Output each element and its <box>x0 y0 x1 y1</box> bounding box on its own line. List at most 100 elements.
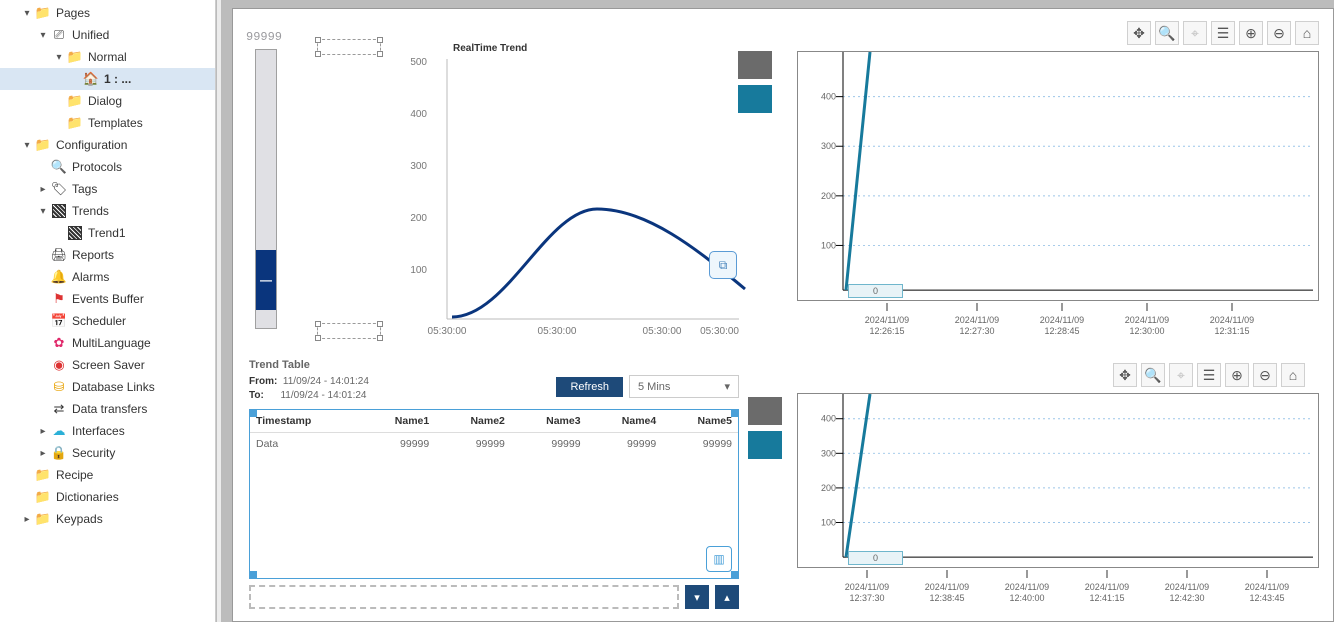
tree-screen-saver[interactable]: ◉ Screen Saver <box>0 354 215 376</box>
svg-text:2024/11/0912:31:15: 2024/11/0912:31:15 <box>1210 315 1254 336</box>
svg-text:2024/11/0912:37:30: 2024/11/0912:37:30 <box>845 582 889 603</box>
interfaces-icon: ☁ <box>50 423 68 439</box>
chevron-right-icon[interactable]: ▸ <box>36 184 50 195</box>
bargraph-widget[interactable]: — <box>255 49 277 329</box>
legend-icon[interactable]: ☰ <box>1211 21 1235 45</box>
move-icon[interactable]: ✥ <box>1127 21 1151 45</box>
tree-multilanguage[interactable]: ✿ MultiLanguage <box>0 332 215 354</box>
zoom-out-icon[interactable]: ⊖ <box>1267 21 1291 45</box>
realtime-trend-widget[interactable]: RealTime Trend 500 400 300 200 100 05:30… <box>317 39 747 344</box>
trend-table-widget[interactable]: Trend Table From: 11/09/24 - 14:01:24 To… <box>249 359 739 609</box>
home-icon[interactable]: ⌂ <box>1281 363 1305 387</box>
move-icon[interactable]: ✥ <box>1113 363 1137 387</box>
tree-label: Screen Saver <box>72 358 145 372</box>
protocols-icon: 🔍 <box>50 159 68 175</box>
tree-security[interactable]: ▸ 🔒 Security <box>0 442 215 464</box>
tree-keypads[interactable]: ▸ 📁 Keypads <box>0 508 215 530</box>
copy-icon[interactable]: ⧉ <box>709 251 737 279</box>
svg-text:2024/11/0912:43:45: 2024/11/0912:43:45 <box>1245 582 1289 603</box>
bell-icon: 🔔 <box>50 269 68 285</box>
legend-icon[interactable]: ☰ <box>1197 363 1221 387</box>
printer-icon: 🖨 <box>50 247 68 263</box>
tree-templates[interactable]: 📁 Templates <box>0 112 215 134</box>
folder-icon: 📁 <box>34 5 52 21</box>
tree-dialog[interactable]: 📁 Dialog <box>0 90 215 112</box>
placeholder-box[interactable] <box>249 585 679 609</box>
chevron-down-icon[interactable]: ▾ <box>52 52 66 63</box>
svg-text:300: 300 <box>821 448 836 458</box>
chevron-down-icon[interactable]: ▾ <box>36 206 50 217</box>
home-icon[interactable]: ⌂ <box>1295 21 1319 45</box>
scroll-up-button[interactable]: ▴ <box>715 585 739 609</box>
numeric-label-widget[interactable]: 99999 <box>245 29 283 45</box>
folder-icon: 📁 <box>34 511 52 527</box>
table-row[interactable]: Data 99999 99999 99999 99999 99999 <box>250 433 738 456</box>
tree-pages[interactable]: ▾ 📁 Pages <box>0 2 215 24</box>
tree-protocols[interactable]: 🔍 Protocols <box>0 156 215 178</box>
svg-text:2024/11/0912:41:15: 2024/11/0912:41:15 <box>1085 582 1129 603</box>
tree-reports[interactable]: 🖨 Reports <box>0 244 215 266</box>
tree-scheduler[interactable]: 📅 Scheduler <box>0 310 215 332</box>
tree-database-links[interactable]: ⛁ Database Links <box>0 376 215 398</box>
chevron-down-icon[interactable]: ▾ <box>20 140 34 151</box>
tree-label: Protocols <box>72 160 122 174</box>
tree-configuration[interactable]: ▾ 📁 Configuration <box>0 134 215 156</box>
home-icon: 🏠 <box>82 71 100 87</box>
folder-icon: 📁 <box>66 49 84 65</box>
svg-text:500: 500 <box>410 57 427 68</box>
tree-label: Trend1 <box>88 226 126 240</box>
trend-table-grid[interactable]: Timestamp Name1 Name2 Name3 Name4 Name5 … <box>249 409 739 579</box>
history-trend-widget-2[interactable]: ✥ 🔍 ⌖ ☰ ⊕ ⊖ ⌂ 400 <box>793 361 1323 621</box>
legend-block[interactable] <box>738 51 772 113</box>
tree-data-transfers[interactable]: ⇄ Data transfers <box>0 398 215 420</box>
tree-page-1[interactable]: 🏠 1 : ... <box>0 68 215 90</box>
history-trend-widget-1[interactable]: ✥ 🔍 ⌖ ☰ ⊕ ⊖ ⌂ 400 <box>793 19 1323 349</box>
chevron-right-icon[interactable]: ▸ <box>20 514 34 525</box>
tree-label: Dialog <box>88 94 122 108</box>
folder-icon: 📁 <box>66 93 84 109</box>
svg-text:2024/11/0912:40:00: 2024/11/0912:40:00 <box>1005 582 1049 603</box>
zoom-out-icon[interactable]: ⊖ <box>1253 363 1277 387</box>
zoom-in-icon[interactable]: ⊕ <box>1239 21 1263 45</box>
svg-text:200: 200 <box>821 191 836 201</box>
cursor-icon[interactable]: ⌖ <box>1183 21 1207 45</box>
zoom-in-icon[interactable]: ⊕ <box>1225 363 1249 387</box>
range-dropdown[interactable]: 5 Mins ▾ <box>629 375 739 398</box>
trend-icon <box>66 225 84 241</box>
folder-icon: 📁 <box>34 137 52 153</box>
chevron-down-icon[interactable]: ▾ <box>20 8 34 19</box>
tree-label: MultiLanguage <box>72 336 151 350</box>
tree-normal[interactable]: ▾ 📁 Normal <box>0 46 215 68</box>
language-icon: ✿ <box>50 335 68 351</box>
design-canvas[interactable]: 99999 — RealTime <box>232 8 1334 622</box>
tree-recipe[interactable]: 📁 Recipe <box>0 464 215 486</box>
tree-label: Recipe <box>56 468 93 482</box>
tree-label: Tags <box>72 182 97 196</box>
zoom-icon[interactable]: 🔍 <box>1141 363 1165 387</box>
calendar-icon: 📅 <box>50 313 68 329</box>
chevron-right-icon[interactable]: ▸ <box>36 448 50 459</box>
tree-interfaces[interactable]: ▸ ☁ Interfaces <box>0 420 215 442</box>
trend-table-range: From: 11/09/24 - 14:01:24 To: 11/09/24 -… <box>249 375 369 403</box>
tree-alarms[interactable]: 🔔 Alarms <box>0 266 215 288</box>
chevron-down-icon[interactable]: ▾ <box>36 30 50 41</box>
chevron-down-icon: ▾ <box>724 380 730 393</box>
screensaver-icon: ◉ <box>50 357 68 373</box>
zoom-icon[interactable]: 🔍 <box>1155 21 1179 45</box>
cursor-value: 0 <box>848 284 903 298</box>
tree-unified[interactable]: ▾ ⎚ Unified <box>0 24 215 46</box>
scroll-down-button[interactable]: ▾ <box>685 585 709 609</box>
refresh-button[interactable]: Refresh <box>556 377 623 397</box>
tree-trends[interactable]: ▾ Trends <box>0 200 215 222</box>
tree-label: Alarms <box>72 270 109 284</box>
tree-dictionaries[interactable]: 📁 Dictionaries <box>0 486 215 508</box>
legend-block[interactable] <box>748 397 782 459</box>
cursor-icon[interactable]: ⌖ <box>1169 363 1193 387</box>
tree-events-buffer[interactable]: ⚑ Events Buffer <box>0 288 215 310</box>
svg-text:200: 200 <box>821 483 836 493</box>
chevron-right-icon[interactable]: ▸ <box>36 426 50 437</box>
project-tree[interactable]: ▾ 📁 Pages ▾ ⎚ Unified ▾ 📁 Normal 🏠 1 : .… <box>0 0 216 622</box>
tree-trend1[interactable]: Trend1 <box>0 222 215 244</box>
tree-tags[interactable]: ▸ 🏷 Tags <box>0 178 215 200</box>
expand-icon[interactable]: ▥ <box>706 546 732 572</box>
